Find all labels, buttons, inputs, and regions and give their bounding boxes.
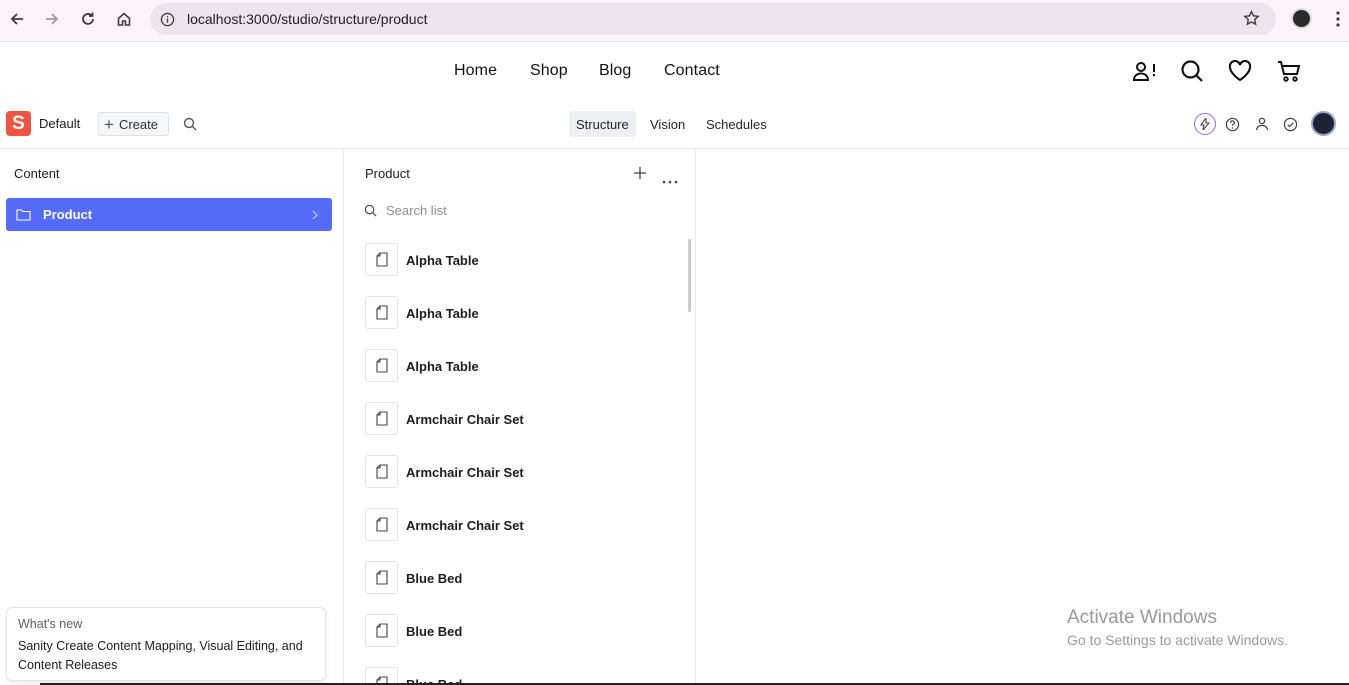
cart-icon[interactable] [1277, 59, 1301, 88]
list-item-title: Armchair Chair Set [406, 465, 524, 480]
profile-avatar[interactable] [1291, 8, 1312, 29]
chevron-right-icon [311, 208, 319, 226]
list-item-title: Alpha Table [406, 359, 479, 374]
help-icon[interactable] [1225, 117, 1240, 137]
studio-search-icon[interactable] [183, 117, 197, 136]
list-scrollbar[interactable] [688, 239, 691, 312]
create-button-label: Create [118, 116, 158, 132]
heart-icon[interactable] [1228, 59, 1252, 87]
list-item[interactable]: Blue Bed [365, 561, 685, 595]
bookmark-star-icon[interactable] [1243, 9, 1260, 32]
forward-icon[interactable] [40, 7, 64, 31]
user-avatar[interactable] [1311, 111, 1336, 136]
list-item[interactable]: Alpha Table [365, 296, 685, 330]
address-bar[interactable]: localhost:3000/studio/structure/product [150, 3, 1276, 35]
document-icon [365, 243, 398, 276]
list-item-title: Blue Bed [406, 624, 463, 639]
whats-new-body: Sanity Create Content Mapping, Visual Ed… [18, 639, 303, 672]
pane-menu-icon[interactable] [662, 171, 678, 189]
list-item[interactable]: Armchair Chair Set [365, 455, 685, 489]
account-alert-icon[interactable] [1132, 60, 1158, 87]
list-item[interactable]: Armchair Chair Set [365, 508, 685, 542]
list-item[interactable]: Alpha Table [365, 243, 685, 277]
search-list-input[interactable]: Search list [386, 203, 447, 218]
document-icon [365, 561, 398, 594]
nav-contact[interactable]: Contact [664, 62, 720, 80]
studio-toolbar: S Default + Create Structure Vision Sche… [0, 101, 1349, 149]
content-item-product[interactable]: Product [6, 198, 332, 231]
more-menu-icon[interactable] [1331, 9, 1345, 34]
reload-icon[interactable] [76, 7, 100, 31]
add-document-icon[interactable] [633, 166, 647, 185]
activate-windows-watermark: Activate Windows Go to Settings to activ… [1067, 607, 1288, 648]
create-button[interactable]: + Create [98, 112, 169, 136]
whats-new-card[interactable]: What's new Sanity Create Content Mapping… [6, 607, 326, 681]
list-item-title: Alpha Table [406, 306, 479, 321]
back-icon[interactable] [5, 7, 29, 31]
document-icon [365, 614, 398, 647]
product-pane-title: Product [365, 166, 410, 181]
folder-icon [16, 208, 31, 226]
content-item-label: Product [43, 207, 93, 222]
watermark-subtitle: Go to Settings to activate Windows. [1067, 632, 1288, 648]
document-icon [365, 402, 398, 435]
lightning-icon[interactable] [1194, 113, 1216, 135]
list-item[interactable]: Blue Bed [365, 614, 685, 648]
nav-blog[interactable]: Blog [599, 62, 631, 80]
tab-structure[interactable]: Structure [569, 111, 636, 137]
studio-logo[interactable]: S [6, 111, 31, 136]
workspace-label[interactable]: Default [39, 116, 80, 131]
content-pane: Content Product [0, 149, 344, 685]
document-icon [365, 508, 398, 541]
whats-new-title: What's new [18, 617, 83, 631]
list-item[interactable]: Armchair Chair Set [365, 402, 685, 436]
search-list-icon [364, 204, 377, 222]
browser-toolbar: localhost:3000/studio/structure/product [0, 0, 1349, 42]
product-pane: Product Search list Alpha Table Alpha Ta… [345, 149, 696, 685]
list-item-title: Alpha Table [406, 253, 479, 268]
url-text: localhost:3000/studio/structure/product [187, 11, 428, 27]
collaborators-icon[interactable] [1254, 116, 1270, 137]
tasks-check-icon[interactable] [1283, 117, 1298, 137]
home-icon[interactable] [112, 7, 136, 31]
site-info-icon[interactable] [160, 12, 175, 32]
list-item-title: Blue Bed [406, 571, 463, 586]
content-pane-title: Content [14, 166, 60, 181]
nav-home[interactable]: Home [454, 62, 497, 80]
watermark-title: Activate Windows [1067, 607, 1217, 628]
document-icon [365, 296, 398, 329]
tab-vision[interactable]: Vision [643, 111, 692, 137]
site-navigation: Home Shop Blog Contact [0, 43, 1349, 101]
plus-icon: + [104, 114, 114, 134]
document-icon [365, 455, 398, 488]
document-icon [365, 349, 398, 382]
list-item[interactable]: Alpha Table [365, 349, 685, 383]
search-icon[interactable] [1180, 59, 1204, 88]
nav-shop[interactable]: Shop [530, 62, 568, 80]
list-item-title: Armchair Chair Set [406, 412, 524, 427]
tab-schedules[interactable]: Schedules [699, 111, 774, 137]
list-item-title: Armchair Chair Set [406, 518, 524, 533]
